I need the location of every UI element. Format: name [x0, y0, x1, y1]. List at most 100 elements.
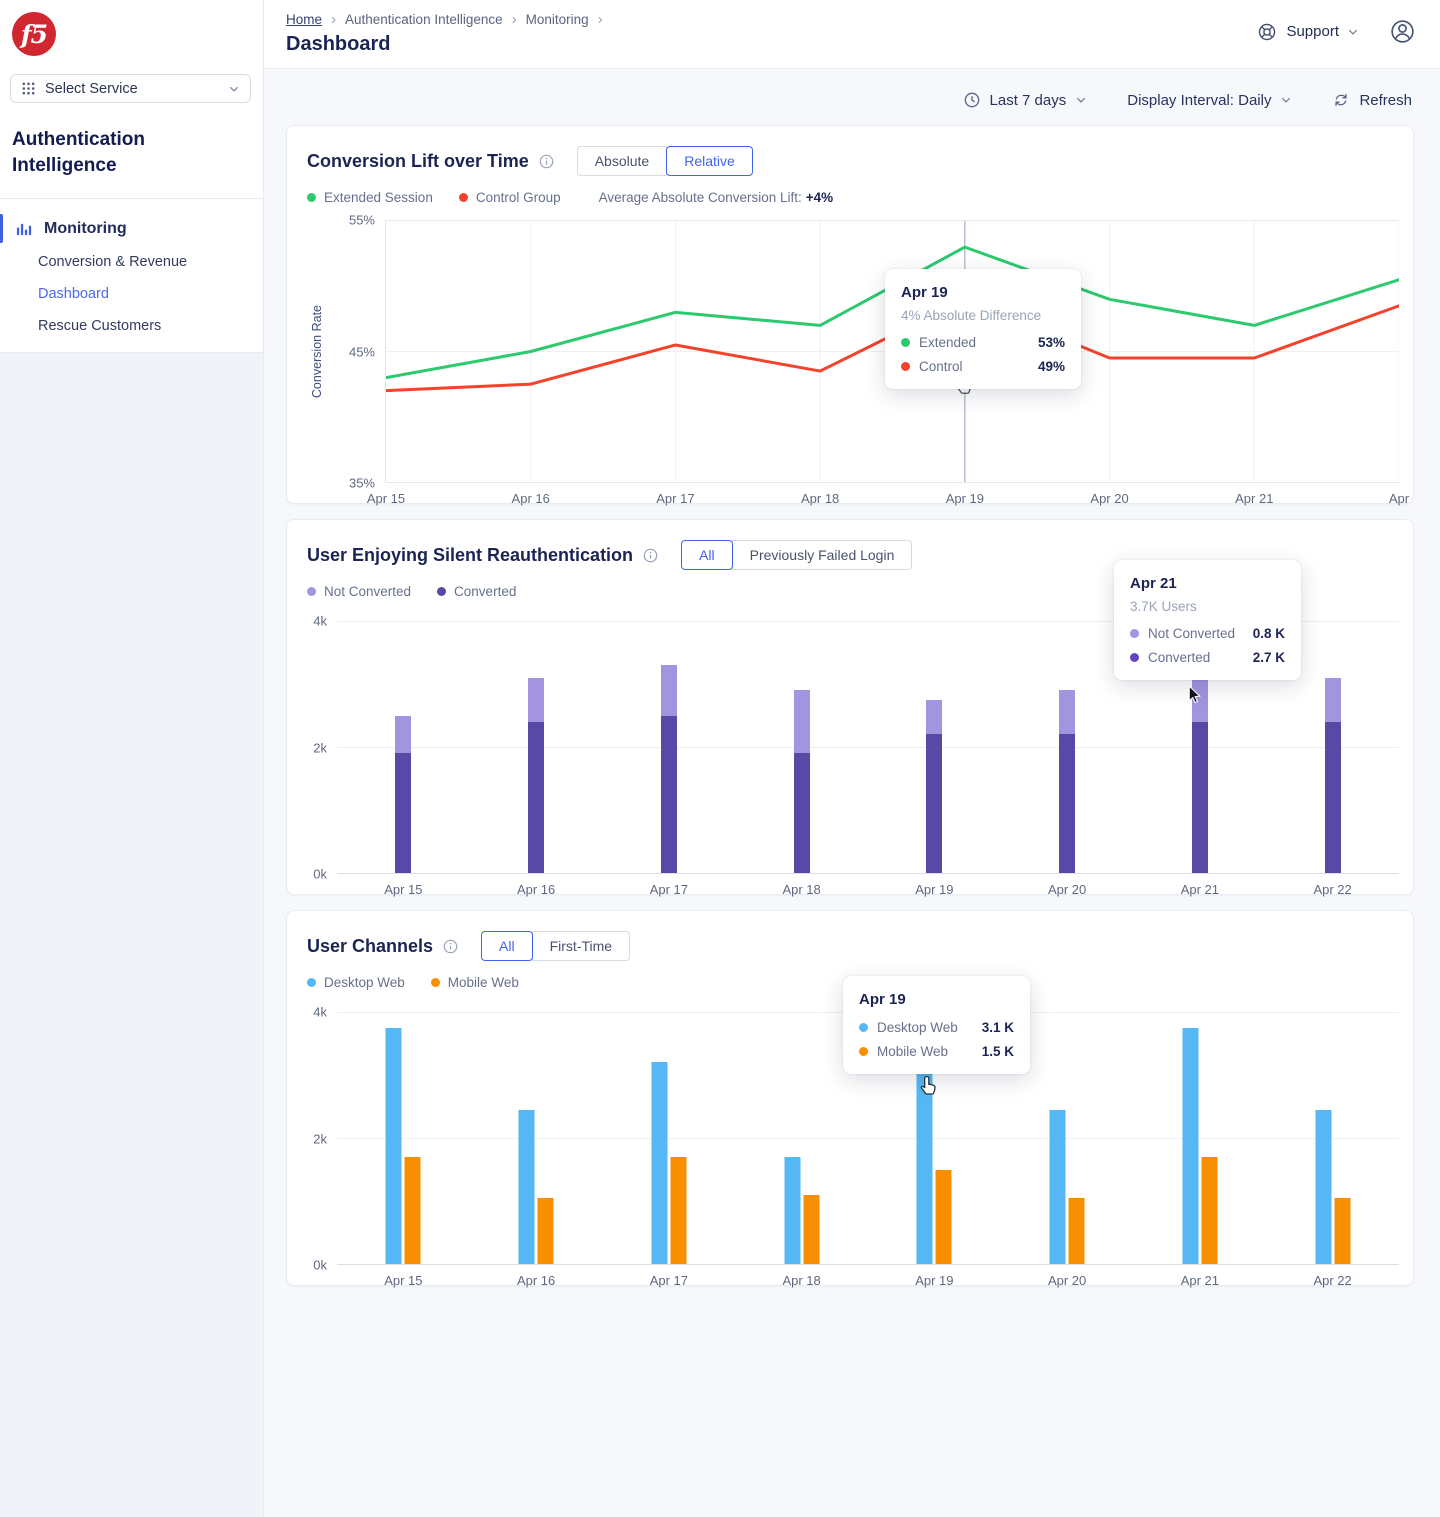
- toggle-option-relative[interactable]: Relative: [666, 146, 753, 176]
- stacked-bar[interactable]: [395, 716, 411, 873]
- bar-not-converted[interactable]: [528, 678, 544, 722]
- select-service-dropdown[interactable]: Select Service: [10, 74, 251, 103]
- support-menu[interactable]: Support: [1256, 21, 1359, 43]
- bar-desktop-web[interactable]: [519, 1110, 535, 1264]
- tooltip-row: Not Converted0.8 K: [1130, 626, 1285, 641]
- info-icon[interactable]: [642, 547, 659, 564]
- bar-converted[interactable]: [395, 753, 411, 873]
- chart-tooltip: Apr 19Desktop Web3.1 KMobile Web1.5 K: [843, 976, 1030, 1074]
- bar-group[interactable]: [794, 690, 810, 873]
- x-tick-label: Apr 17: [650, 882, 688, 897]
- bar-not-converted[interactable]: [1325, 678, 1341, 722]
- x-tick-label: Apr: [1389, 491, 1409, 506]
- bar-converted[interactable]: [1325, 722, 1341, 873]
- bar-converted[interactable]: [528, 722, 544, 873]
- bar-converted[interactable]: [794, 753, 810, 873]
- refresh-icon: [1332, 91, 1350, 109]
- bar-group[interactable]: [1315, 1110, 1350, 1264]
- bar-converted[interactable]: [661, 716, 677, 874]
- sidebar-item-dashboard[interactable]: Dashboard: [0, 278, 263, 310]
- stacked-bar[interactable]: [794, 690, 810, 873]
- bar-not-converted[interactable]: [1059, 690, 1075, 734]
- bar-mobile-web[interactable]: [405, 1157, 421, 1264]
- stacked-bar[interactable]: [926, 700, 942, 873]
- tooltip-row: Control49%: [901, 359, 1065, 374]
- date-range-dropdown[interactable]: Last 7 days: [963, 91, 1088, 109]
- bar-group[interactable]: [528, 678, 544, 873]
- bar-mobile-web[interactable]: [936, 1170, 952, 1265]
- stacked-bar[interactable]: [1325, 678, 1341, 873]
- chevron-right-icon: ›: [512, 11, 517, 28]
- user-avatar-icon[interactable]: [1389, 18, 1416, 45]
- x-tick-label: Apr 16: [517, 882, 555, 897]
- tooltip-series-value: 0.8 K: [1253, 626, 1285, 641]
- bar-group[interactable]: [651, 1062, 686, 1264]
- stacked-bar[interactable]: [528, 678, 544, 873]
- tooltip-rows: Extended53%Control49%: [901, 335, 1065, 374]
- info-icon[interactable]: [442, 938, 459, 955]
- toggle-option-all[interactable]: All: [481, 931, 533, 961]
- app-root: f5 Select Service Authentication Intelli…: [0, 0, 1440, 1517]
- tooltip-series-value: 3.1 K: [982, 1020, 1014, 1035]
- chart-title: User Channels: [307, 936, 433, 957]
- bar-desktop-web[interactable]: [784, 1157, 800, 1264]
- bar-mobile-web[interactable]: [1201, 1157, 1217, 1264]
- bar-desktop-web[interactable]: [386, 1028, 402, 1264]
- x-tick-label: Apr 15: [384, 1273, 422, 1288]
- bar-not-converted[interactable]: [395, 716, 411, 754]
- x-tick-label: Apr 15: [367, 491, 405, 506]
- y-tick-label: 4k: [313, 1005, 327, 1020]
- info-icon[interactable]: [538, 153, 555, 170]
- support-label: Support: [1286, 23, 1339, 40]
- stacked-bar[interactable]: [661, 665, 677, 873]
- bar-mobile-web[interactable]: [803, 1195, 819, 1264]
- bar-group[interactable]: [519, 1110, 554, 1264]
- tooltip-series-label: Mobile Web: [877, 1044, 948, 1059]
- sidebar-item-rescue-customers[interactable]: Rescue Customers: [0, 310, 263, 342]
- bar-desktop-web[interactable]: [651, 1062, 667, 1264]
- bar-desktop-web[interactable]: [1182, 1028, 1198, 1264]
- toggle-option-all[interactable]: All: [681, 540, 733, 570]
- bar-converted[interactable]: [1059, 734, 1075, 873]
- tooltip-series-label: Converted: [1148, 650, 1210, 665]
- bar-mobile-web[interactable]: [670, 1157, 686, 1264]
- bar-converted[interactable]: [1192, 722, 1208, 873]
- toggle-option-absolute[interactable]: Absolute: [577, 146, 667, 176]
- breadcrumb-monitoring[interactable]: Monitoring: [526, 12, 589, 27]
- bar-group[interactable]: [926, 700, 942, 873]
- bar-group[interactable]: [1182, 1028, 1217, 1264]
- bar-desktop-web[interactable]: [1315, 1110, 1331, 1264]
- toggle-option-first-time[interactable]: First-Time: [532, 931, 630, 961]
- bar-converted[interactable]: [926, 734, 942, 873]
- bar-not-converted[interactable]: [926, 700, 942, 735]
- y-tick-label: 0k: [313, 867, 327, 882]
- bar-group[interactable]: [1050, 1110, 1085, 1264]
- bar-group[interactable]: [395, 716, 411, 873]
- stacked-bar[interactable]: [1059, 690, 1075, 873]
- silent-reauth-card: User Enjoying Silent Reauthentication Al…: [286, 519, 1414, 895]
- legend-label: Extended Session: [324, 190, 433, 205]
- bar-not-converted[interactable]: [794, 690, 810, 753]
- bar-desktop-web[interactable]: [1050, 1110, 1066, 1264]
- sidebar-item-monitoring[interactable]: Monitoring: [0, 211, 263, 246]
- bar-group[interactable]: [386, 1028, 421, 1264]
- bar-group[interactable]: [784, 1157, 819, 1264]
- breadcrumb-auth-intelligence[interactable]: Authentication Intelligence: [345, 12, 503, 27]
- legend-item: Converted: [437, 584, 516, 599]
- toggle-option-previously-failed-login[interactable]: Previously Failed Login: [732, 540, 913, 570]
- bar-mobile-web[interactable]: [1334, 1198, 1350, 1264]
- bar-group[interactable]: [661, 665, 677, 873]
- bar-mobile-web[interactable]: [538, 1198, 554, 1264]
- bar-group[interactable]: [1325, 678, 1341, 873]
- f5-logo[interactable]: f5: [12, 12, 56, 56]
- breadcrumb-home[interactable]: Home: [286, 12, 322, 27]
- refresh-button[interactable]: Refresh: [1332, 91, 1412, 109]
- date-range-label: Last 7 days: [990, 92, 1067, 109]
- x-tick-label: Apr 22: [1313, 882, 1351, 897]
- bar-not-converted[interactable]: [661, 665, 677, 715]
- sidebar-item-conversion-revenue[interactable]: Conversion & Revenue: [0, 246, 263, 278]
- tooltip-rows: Desktop Web3.1 KMobile Web1.5 K: [859, 1020, 1014, 1059]
- bar-mobile-web[interactable]: [1069, 1198, 1085, 1264]
- display-interval-dropdown[interactable]: Display Interval: Daily: [1127, 92, 1292, 109]
- bar-group[interactable]: [1059, 690, 1075, 873]
